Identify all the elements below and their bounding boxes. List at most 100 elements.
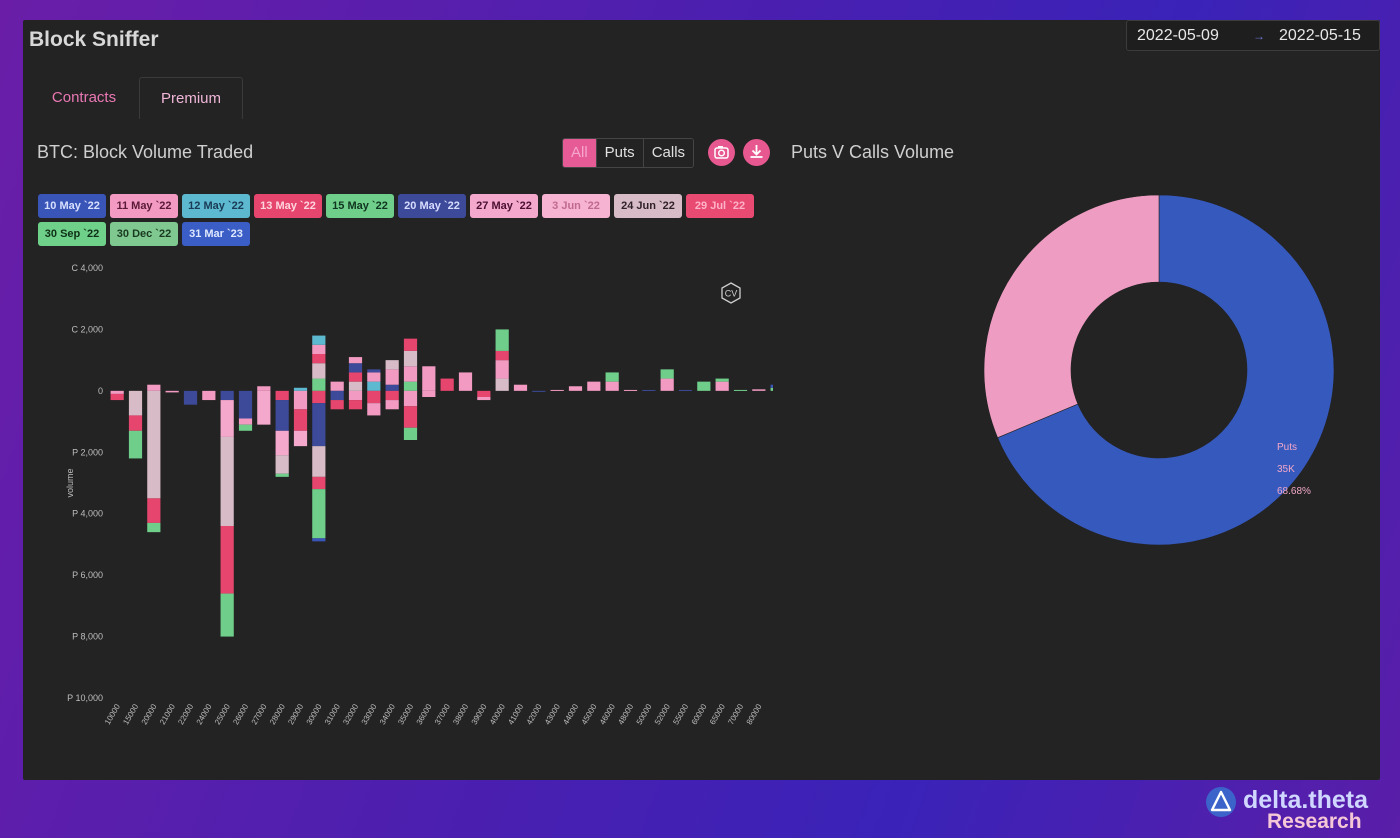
x-tick-label: 32000 xyxy=(341,702,360,726)
x-tick-label: 42000 xyxy=(525,702,544,726)
expiry-chip[interactable]: 11 May `22 xyxy=(110,194,178,218)
bar-segment xyxy=(293,409,308,431)
expiry-chip[interactable]: 31 Mar `23 xyxy=(182,222,250,246)
expiry-chip[interactable]: 13 May `22 xyxy=(254,194,322,218)
bar-segment xyxy=(550,389,564,391)
delta-theta-logo-icon xyxy=(1206,787,1236,817)
bar-segment xyxy=(110,390,124,394)
expiry-chip[interactable]: 10 May `22 xyxy=(38,194,106,218)
bar-segment xyxy=(275,473,289,477)
bar-segment xyxy=(275,400,289,431)
bar-segment xyxy=(293,430,308,447)
slice-label-percent: 68.68% xyxy=(1277,486,1311,497)
bar-segment xyxy=(220,526,234,594)
bar-segment xyxy=(312,378,326,391)
bar-segment xyxy=(715,381,729,391)
bar-segment xyxy=(330,400,344,410)
y-tick-label: P 4,000 xyxy=(72,509,103,519)
expiry-chip[interactable]: 20 May `22 xyxy=(398,194,466,218)
bar-segment xyxy=(348,381,363,391)
bar-segment xyxy=(220,436,234,526)
bar-segment xyxy=(312,489,326,539)
bar-segment xyxy=(293,390,308,410)
x-tick-label: 46000 xyxy=(598,702,617,726)
x-tick-label: 22000 xyxy=(176,702,195,726)
expiry-chip[interactable]: 30 Dec `22 xyxy=(110,222,178,246)
expiry-chip[interactable]: 15 May `22 xyxy=(326,194,394,218)
expiry-chip[interactable]: 12 May `22 xyxy=(182,194,250,218)
bar-segment xyxy=(422,390,436,397)
date-range-picker[interactable]: 2022-05-09 → 2022-05-15 xyxy=(1126,20,1380,51)
y-tick-label: P 2,000 xyxy=(72,447,103,457)
bar-segment xyxy=(147,390,161,499)
download-icon[interactable] xyxy=(743,139,770,166)
brand-subtitle: Research xyxy=(1267,810,1362,833)
bar-segment xyxy=(642,389,656,391)
x-tick-label: 60000 xyxy=(690,702,709,726)
x-tick-label: 36000 xyxy=(415,702,434,726)
bar-segment xyxy=(403,350,418,367)
bar-segment xyxy=(495,378,509,391)
bar-segment xyxy=(532,390,546,392)
y-axis-title: volume xyxy=(65,468,75,497)
x-tick-label: 25000 xyxy=(213,702,232,726)
bar-segment xyxy=(128,390,143,416)
bar-segment xyxy=(770,387,773,391)
bar-segment xyxy=(403,381,418,391)
date-from-input[interactable]: 2022-05-09 xyxy=(1137,27,1219,45)
bar-segment xyxy=(403,338,418,351)
bar-segment xyxy=(312,390,326,404)
expiry-chip[interactable]: 29 Jul `22 xyxy=(686,194,754,218)
x-tick-label: 26000 xyxy=(231,702,250,726)
bar-segment xyxy=(477,390,491,397)
bar-segment xyxy=(147,522,161,533)
bar-segment xyxy=(128,415,143,431)
bar-segment xyxy=(147,498,161,523)
x-tick-label: 55000 xyxy=(671,702,690,726)
bar-segment xyxy=(312,335,326,345)
bar-segment xyxy=(605,381,619,391)
bar-segment xyxy=(312,538,326,542)
x-tick-label: 34000 xyxy=(378,702,397,726)
date-to-input[interactable]: 2022-05-15 xyxy=(1279,27,1361,45)
bar-segment xyxy=(202,390,216,401)
x-tick-label: 30000 xyxy=(305,702,324,726)
bar-segment xyxy=(587,381,601,391)
tab-contracts[interactable]: Contracts xyxy=(29,77,139,119)
filter-calls-button[interactable]: Calls xyxy=(644,139,693,167)
expiry-chip[interactable]: 30 Sep `22 xyxy=(38,222,106,246)
bar-segment xyxy=(770,384,773,388)
bar-segment xyxy=(330,381,344,391)
y-tick-label: P 10,000 xyxy=(67,693,103,703)
app-title: Block Sniffer xyxy=(29,28,159,51)
x-tick-label: 80000 xyxy=(745,702,764,726)
x-tick-label: 31000 xyxy=(323,702,342,726)
bar-segment xyxy=(385,384,399,391)
bar-segment xyxy=(348,357,363,364)
bar-segment xyxy=(220,390,234,401)
expiry-chip[interactable]: 27 May `22 xyxy=(470,194,538,218)
y-tick-label: 0 xyxy=(98,386,103,396)
bar-segment xyxy=(367,369,381,373)
bar-segment xyxy=(660,378,674,391)
bar-segment xyxy=(312,403,326,447)
filter-all-button[interactable]: All xyxy=(563,139,597,167)
bar-segment xyxy=(385,390,399,401)
slice-label-value: 35K xyxy=(1277,464,1295,475)
bar-segment xyxy=(495,360,509,379)
bar-segment xyxy=(422,366,436,391)
bar-segment xyxy=(458,372,473,391)
x-tick-label: 29000 xyxy=(286,702,305,726)
x-tick-label: 15000 xyxy=(121,702,140,726)
bar-segment xyxy=(128,430,143,459)
bar-segment xyxy=(367,381,381,391)
y-tick-label: C 2,000 xyxy=(71,324,103,334)
expiry-chip[interactable]: 24 Jun `22 xyxy=(614,194,682,218)
x-tick-label: 70000 xyxy=(726,702,745,726)
bar-segment xyxy=(403,390,418,407)
camera-icon[interactable] xyxy=(708,139,735,166)
tab-premium[interactable]: Premium xyxy=(139,77,243,119)
x-tick-label: 48000 xyxy=(616,702,635,726)
expiry-chip[interactable]: 3 Jun `22 xyxy=(542,194,610,218)
filter-puts-button[interactable]: Puts xyxy=(597,139,644,167)
